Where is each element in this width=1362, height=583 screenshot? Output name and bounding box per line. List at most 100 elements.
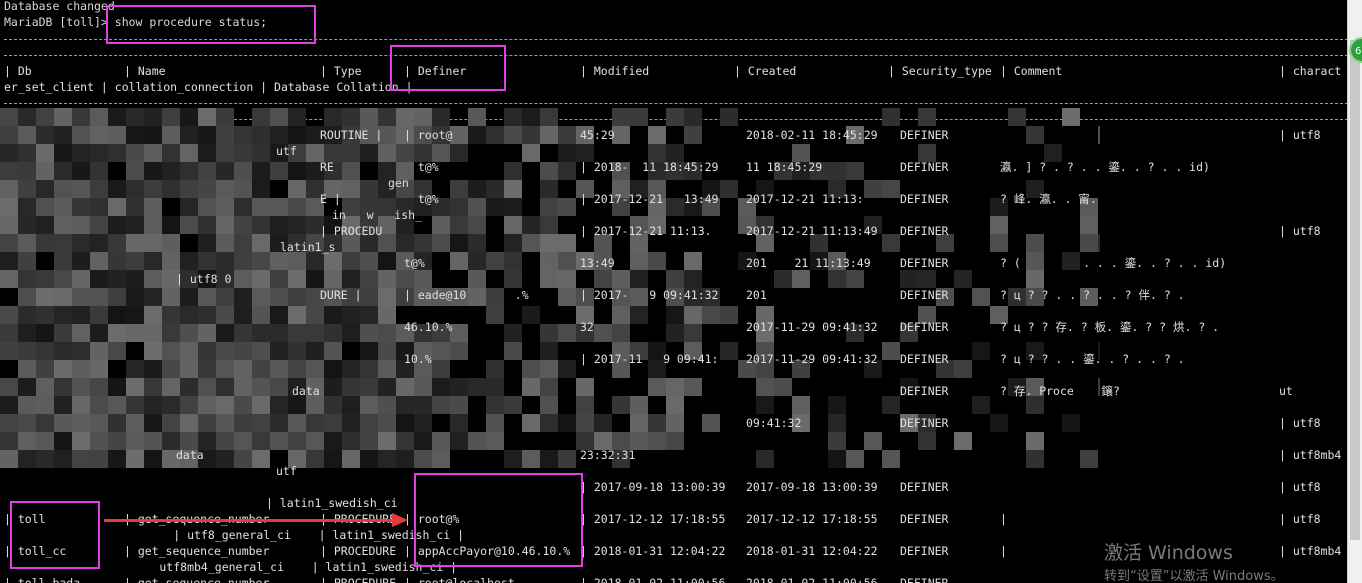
mosaic-block (36, 162, 54, 180)
mosaic-block (126, 216, 144, 234)
mosaic-block (342, 414, 360, 432)
fragment-text: | utf8 0 (176, 272, 232, 286)
row-continuation: | utf8_general_ci | latin1_swedish_ci | (104, 528, 465, 542)
mosaic-block (702, 306, 720, 324)
mosaic-block (342, 252, 360, 270)
cell-modified: | 2018-01-31 12:04:22 (580, 544, 726, 558)
mosaic-block (162, 126, 180, 144)
mosaic-block (252, 324, 270, 342)
mosaic-block (108, 450, 126, 468)
mosaic-block (828, 270, 846, 288)
mosaic-block (288, 270, 306, 288)
fragment-text: data (176, 448, 204, 462)
cell-comment: ? ц ? ? 存. ? 板. 鎏. ? ? 烘. ? . (1000, 320, 1220, 334)
mosaic-block (216, 108, 234, 126)
cell-security: DEFINER (900, 160, 949, 174)
cell-type: ROUTINE | (320, 128, 383, 142)
mosaic-block (342, 432, 360, 450)
mosaic-block (216, 126, 234, 144)
mosaic-block (666, 396, 684, 414)
mosaic-block (54, 198, 72, 216)
mosaic-block (72, 180, 90, 198)
mosaic-block (18, 144, 36, 162)
mosaic-block (126, 288, 144, 306)
mosaic-block (288, 198, 306, 216)
cell-security: DEFINER (900, 544, 949, 558)
mosaic-block (216, 450, 234, 468)
cell-charset: | utf8 (1279, 224, 1321, 238)
mosaic-block (234, 234, 252, 252)
mosaic-block (522, 144, 540, 162)
mosaic-block (90, 324, 108, 342)
mosaic-block (360, 144, 378, 162)
mosaic-block (648, 126, 666, 144)
mosaic-block (324, 342, 342, 360)
mosaic-block (252, 450, 270, 468)
cell-security: DEFINER (900, 128, 949, 142)
mosaic-block (18, 378, 36, 396)
mosaic-block (18, 450, 36, 468)
mosaic-block (180, 342, 198, 360)
cell-definer: t@% (404, 160, 439, 174)
mosaic-block (378, 324, 396, 342)
mosaic-block (234, 378, 252, 396)
mosaic-block (126, 198, 144, 216)
cell-created: 2018-01-02 11:00:56 (746, 576, 878, 583)
scrollbar-thumb[interactable] (1350, 40, 1360, 540)
mosaic-block (864, 432, 882, 450)
mosaic-block (504, 162, 522, 180)
mosaic-block (108, 252, 126, 270)
fragment-text: latin1_s (280, 240, 336, 254)
mosaic-block (540, 162, 558, 180)
mosaic-block (90, 414, 108, 432)
mosaic-block (666, 378, 684, 396)
terminal-window[interactable]: Database changed MariaDB [toll]> show pr… (0, 0, 1348, 583)
cell-created: 2018-01-31 12:04:22 (746, 544, 878, 558)
mosaic-block (234, 342, 252, 360)
header-comment: | Comment (1000, 64, 1063, 78)
mosaic-block (90, 306, 108, 324)
mosaic-block (90, 360, 108, 378)
mosaic-block (414, 396, 432, 414)
mosaic-block (0, 432, 18, 450)
cell-modified: 23:32:31 (580, 448, 636, 462)
vertical-scrollbar[interactable] (1347, 0, 1362, 583)
mosaic-block (792, 270, 810, 288)
mosaic-block (72, 288, 90, 306)
mosaic-block (270, 288, 288, 306)
mosaic-block (1080, 234, 1098, 252)
mosaic-block (468, 180, 486, 198)
mosaic-block (270, 432, 288, 450)
mosaic-block (432, 360, 450, 378)
mosaic-block (594, 324, 612, 342)
mosaic-block (18, 180, 36, 198)
mosaic-block (720, 342, 738, 360)
mosaic-block (342, 450, 360, 468)
mosaic-block (576, 414, 594, 432)
mosaic-block (954, 270, 972, 288)
mosaic-block (18, 432, 36, 450)
mosaic-block (648, 252, 666, 270)
mosaic-block (144, 270, 162, 288)
mosaic-block (828, 432, 846, 450)
mosaic-block (486, 252, 504, 270)
mosaic-block (234, 360, 252, 378)
mosaic-block (36, 342, 54, 360)
mosaic-block (558, 198, 576, 216)
cell-created: 11 18:45:29 (746, 160, 823, 174)
mosaic-block (468, 252, 486, 270)
mosaic-block (882, 396, 900, 414)
mosaic-block (144, 414, 162, 432)
mosaic-block (342, 306, 360, 324)
mosaic-block (954, 432, 972, 450)
cell-type: RE (320, 160, 334, 174)
mosaic-block (342, 180, 360, 198)
fragment-text: data (292, 384, 320, 398)
mosaic-block (90, 252, 108, 270)
mosaic-block (180, 162, 198, 180)
mosaic-block (378, 108, 396, 126)
mosaic-block (378, 306, 396, 324)
mosaic-block (450, 234, 468, 252)
mosaic-block (18, 234, 36, 252)
mosaic-block (72, 432, 90, 450)
